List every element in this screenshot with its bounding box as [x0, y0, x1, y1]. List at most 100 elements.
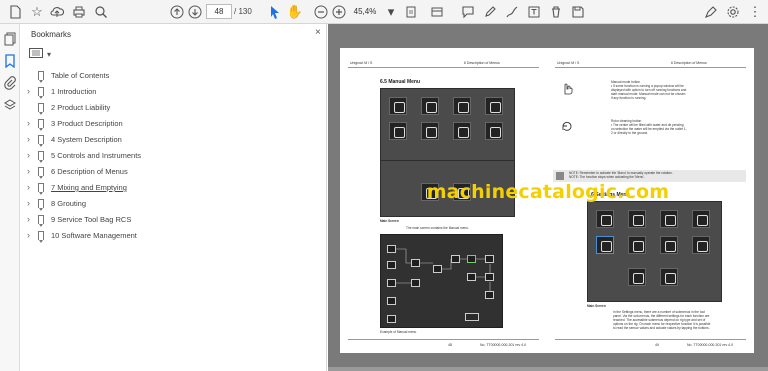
bookmark-icon[interactable]	[3, 54, 17, 69]
chevron-right-icon[interactable]: ›	[27, 199, 30, 208]
bookmark-label: Table of Contents	[51, 71, 110, 80]
text-box-icon[interactable]	[525, 3, 543, 21]
previous-page-icon[interactable]	[168, 3, 186, 21]
page-count: / 130	[234, 7, 252, 16]
bookmark-label: 3 Product Description	[51, 119, 123, 128]
settings-menu-screenshot	[587, 201, 722, 302]
next-page-edge	[328, 367, 768, 371]
cloud-upload-icon[interactable]	[48, 3, 66, 21]
page-footer-right: No. TT00000-000-301 rev 4.0	[687, 343, 734, 347]
more-options-icon[interactable]: ⋮	[746, 3, 764, 21]
zoom-dropdown-icon[interactable]: ▾	[382, 3, 400, 21]
bookmark-item[interactable]: 2 Product Liability	[21, 100, 327, 116]
sidebar-rail	[0, 24, 20, 371]
bookmark-item[interactable]: › 8 Grouting	[21, 196, 327, 212]
rotate-icon	[562, 121, 572, 131]
page-header-left: Unigrout M / S	[557, 61, 580, 65]
bookmark-flag-icon	[38, 199, 44, 211]
example-caption: Example of Manual menu.	[380, 330, 418, 334]
section-heading: 6.5 Manual Menu	[380, 79, 421, 85]
print-icon[interactable]	[70, 3, 88, 21]
bookmark-label: 2 Product Liability	[51, 103, 111, 112]
save-icon[interactable]	[569, 3, 587, 21]
bookmark-flag-icon	[38, 231, 44, 243]
highlight-pen-icon[interactable]	[481, 3, 499, 21]
bookmark-label: 5 Controls and Instruments	[51, 151, 142, 160]
bookmark-flag-icon	[38, 167, 44, 179]
bookmark-item[interactable]: › 3 Product Description	[21, 116, 327, 132]
bookmark-flag-icon	[38, 103, 44, 115]
page-header-left: Unigrout M / S	[350, 61, 373, 65]
page-number-input[interactable]: 48	[206, 4, 232, 19]
chevron-right-icon[interactable]: ›	[27, 135, 30, 144]
bookmark-item[interactable]: › 1 Introduction	[21, 84, 327, 100]
bookmark-label: 6 Description of Menus	[51, 167, 128, 176]
bookmark-item[interactable]: › 9 Service Tool Bag RCS	[21, 212, 327, 228]
bookmark-flag-icon	[38, 71, 44, 83]
comment-icon[interactable]	[459, 3, 477, 21]
bookmark-item[interactable]: › 6 Description of Menus	[21, 164, 327, 180]
bookmark-flag-icon	[38, 151, 44, 163]
main-screen-caption-right: Main Screen	[587, 304, 606, 308]
select-cursor-icon[interactable]	[266, 3, 284, 21]
layers-icon[interactable]	[3, 98, 17, 112]
bookmark-label: 8 Grouting	[51, 199, 87, 208]
chevron-right-icon[interactable]: ›	[27, 215, 30, 224]
page-footer-left: No. TT00000-000-301 rev 4.0	[480, 343, 527, 347]
bookmark-item[interactable]: › 5 Controls and Instruments	[21, 148, 327, 164]
list-options-icon[interactable]	[29, 48, 43, 60]
bookmark-label: 4 System Description	[51, 135, 122, 144]
zoom-level[interactable]: 45,4%	[350, 4, 380, 19]
chevron-right-icon[interactable]: ›	[27, 151, 30, 160]
page-fit-icon[interactable]	[402, 3, 420, 21]
manual-mode-text: Manual mode button • If some function is …	[611, 80, 687, 100]
bookmarks-panel: Bookmarks × ▾ Table of Contents › 1 Introd…	[21, 24, 327, 371]
chevron-right-icon[interactable]: ›	[27, 119, 30, 128]
rotor-cleaning-text: Rotor cleaning button • The centre will b…	[611, 119, 687, 135]
close-icon[interactable]: ×	[315, 27, 321, 38]
settings-body-text: In the Settings menu, there are a number…	[613, 310, 711, 330]
open-file-icon[interactable]	[6, 3, 24, 21]
hand-tool-icon[interactable]: ✋	[286, 3, 304, 21]
panel-title: Bookmarks	[31, 30, 72, 39]
page-thumbnails-icon[interactable]	[3, 32, 17, 46]
next-page-icon[interactable]	[186, 3, 204, 21]
bookmark-item[interactable]: › 7 Mixing and Emptying	[21, 180, 327, 196]
schematic-diagram	[380, 234, 503, 328]
zoom-in-icon[interactable]	[330, 3, 348, 21]
search-icon[interactable]	[92, 3, 110, 21]
body-text: The main screen contains the Manual menu…	[406, 226, 469, 230]
chevron-down-icon[interactable]: ▾	[47, 50, 51, 59]
hand-pointer-icon	[564, 83, 573, 95]
bookmark-label: 9 Service Tool Bag RCS	[51, 215, 132, 224]
page-header-right: 6 Description of Menus	[671, 61, 707, 65]
scroll-mode-icon[interactable]	[428, 3, 446, 21]
bookmark-item[interactable]: › 4 System Description	[21, 132, 327, 148]
chevron-right-icon[interactable]: ›	[27, 183, 30, 192]
main-screen-caption: Main Screen	[380, 219, 399, 223]
settings-icon[interactable]	[724, 3, 742, 21]
chevron-right-icon[interactable]: ›	[27, 231, 30, 240]
draw-icon[interactable]	[503, 3, 521, 21]
bookmark-label: 1 Introduction	[51, 87, 97, 96]
bookmark-flag-icon	[38, 87, 44, 99]
delete-icon[interactable]	[547, 3, 565, 21]
bookmark-flag-icon	[38, 183, 44, 195]
bookmark-flag-icon	[38, 119, 44, 131]
bookmark-item[interactable]: › 10 Software Management	[21, 228, 327, 244]
zoom-out-icon[interactable]	[312, 3, 330, 21]
bookmark-item[interactable]: Table of Contents	[21, 68, 327, 84]
watermark-text: machinecatalogic.com	[426, 181, 670, 203]
chevron-right-icon[interactable]: ›	[27, 87, 30, 96]
attachment-icon[interactable]	[3, 76, 17, 90]
bookmark-label: 10 Software Management	[51, 231, 137, 240]
star-icon[interactable]: ☆	[28, 3, 46, 21]
manual-menu-screenshot	[380, 88, 515, 161]
page-number-right: 49	[655, 343, 659, 347]
bookmark-options[interactable]: ▾	[29, 46, 69, 62]
page-header-right: 6 Description of Menus	[464, 61, 500, 65]
fill-sign-icon[interactable]	[702, 3, 720, 21]
chevron-right-icon[interactable]: ›	[27, 167, 30, 176]
bookmark-list: Table of Contents › 1 Introduction 2 Produc…	[21, 68, 327, 244]
document-viewer[interactable]: Unigrout M / S 6 Description of Menus 6.…	[328, 24, 768, 371]
